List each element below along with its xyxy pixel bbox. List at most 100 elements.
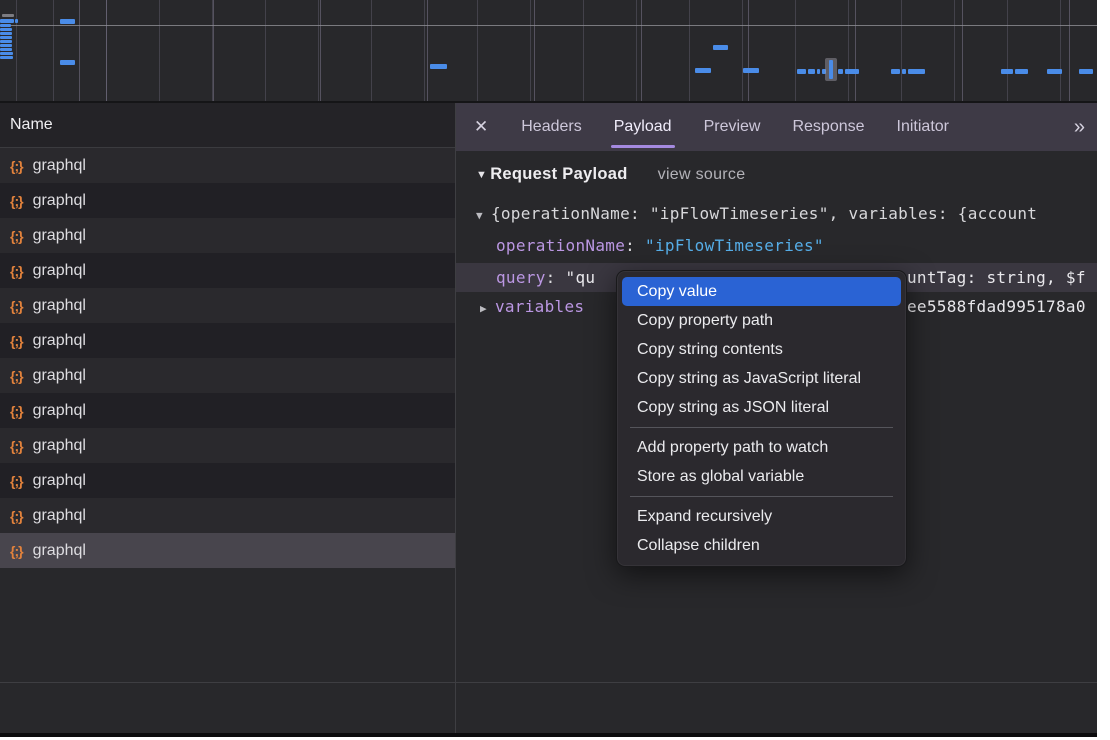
request-timing-bar xyxy=(0,36,12,39)
operation-name-row[interactable]: operationName: "ipFlowTimeseries" xyxy=(496,236,824,255)
table-row[interactable]: {;}graphql xyxy=(0,288,455,323)
request-name: graphql xyxy=(33,332,86,350)
request-timing-bar xyxy=(891,69,900,74)
table-row[interactable]: {;} graphql xyxy=(0,253,455,288)
tab-headers[interactable]: Headers xyxy=(510,103,592,151)
request-timing-bar xyxy=(713,45,728,50)
variables-row[interactable]: ▶variables xyxy=(480,297,584,316)
request-timing-bar xyxy=(0,28,12,31)
collapsed-triangle-icon[interactable]: ▶ xyxy=(480,302,487,315)
detail-tab-bar: ✕ HeadersPayloadPreviewResponseInitiator… xyxy=(456,103,1097,151)
request-name: graphql xyxy=(33,192,86,210)
request-timing-bar xyxy=(0,24,11,27)
more-tabs-icon[interactable]: » xyxy=(1074,116,1085,139)
request-timing-bar xyxy=(817,69,820,74)
table-row[interactable]: {;}graphql xyxy=(0,148,455,183)
menu-separator xyxy=(630,427,893,428)
tab-preview[interactable]: Preview xyxy=(693,103,772,151)
menu-item-add-property-path-to-watch[interactable]: Add property path to watch xyxy=(617,433,906,462)
menu-item-store-as-global-variable[interactable]: Store as global variable xyxy=(617,462,906,491)
request-timing-bar xyxy=(15,19,18,23)
request-timing-bar xyxy=(60,19,75,24)
request-timing-bar xyxy=(430,64,447,69)
context-menu: Copy valueCopy property pathCopy string … xyxy=(616,270,907,567)
tab-initiator[interactable]: Initiator xyxy=(886,103,960,151)
table-row[interactable]: {;}graphql xyxy=(0,498,455,533)
colon: : xyxy=(546,268,566,287)
request-timing-bar xyxy=(838,69,843,74)
view-source-link[interactable]: view source xyxy=(658,166,746,184)
column-header-label: Name xyxy=(10,116,53,134)
menu-item-copy-property-path[interactable]: Copy property path xyxy=(617,306,906,335)
request-timing-bar xyxy=(808,69,815,74)
request-name: graphql xyxy=(33,367,86,385)
request-timing-bar xyxy=(1079,69,1093,74)
json-request-icon: {;} xyxy=(10,543,23,559)
network-overview[interactable] xyxy=(0,0,1097,103)
table-row[interactable]: {;} graphql xyxy=(0,393,455,428)
window-bottom-edge xyxy=(0,733,1097,737)
request-timing-bar xyxy=(743,68,759,73)
request-timing-bar xyxy=(0,40,12,43)
table-row[interactable]: {;}graphql xyxy=(0,358,455,393)
screenshot-stage: Name {;} graphql {;} graphql {;} graphql {;} gr… xyxy=(0,0,1110,740)
property-key: query xyxy=(496,268,546,287)
request-timing-bar xyxy=(695,68,711,73)
colon: : xyxy=(625,236,645,255)
request-name: graphql xyxy=(33,262,86,280)
request-name: graphql xyxy=(33,402,86,420)
request-timing-bar xyxy=(0,48,12,51)
devtools-window: Name {;} graphql {;} graphql {;} graphql {;} gr… xyxy=(0,0,1097,733)
request-timing-bar xyxy=(0,32,12,35)
json-request-icon: {;} xyxy=(10,228,23,244)
request-timing-bar xyxy=(0,44,12,47)
request-timing-bar xyxy=(0,52,13,55)
request-name: graphql xyxy=(33,157,86,175)
table-row[interactable]: {;} graphql xyxy=(0,218,455,253)
table-row[interactable]: {;}graphql xyxy=(0,323,455,358)
request-timing-bar xyxy=(845,69,859,74)
request-timing-bar xyxy=(797,69,806,74)
tab-payload[interactable]: Payload xyxy=(603,103,683,151)
menu-item-collapse-children[interactable]: Collapse children xyxy=(617,531,906,560)
json-request-icon: {;} xyxy=(10,403,23,419)
table-row[interactable]: {;}graphql xyxy=(0,428,455,463)
json-request-icon: {;} xyxy=(10,193,23,209)
request-timing-bar xyxy=(0,19,14,23)
menu-item-copy-string-as-json-literal[interactable]: Copy string as JSON literal xyxy=(617,393,906,422)
request-timing-bar xyxy=(1015,69,1028,74)
table-row[interactable]: {;}graphql xyxy=(0,533,455,568)
table-row[interactable]: {;} graphql xyxy=(0,463,455,498)
section-title: Request Payload xyxy=(490,165,627,184)
selected-request-tick xyxy=(829,60,833,79)
selected-request-marker xyxy=(825,58,837,81)
request-timing-bar xyxy=(902,69,906,74)
payload-root-row[interactable]: ▼{operationName: "ipFlowTimeseries", var… xyxy=(476,204,1037,223)
menu-item-expand-recursively[interactable]: Expand recursively xyxy=(617,502,906,531)
request-name: graphql xyxy=(33,507,86,525)
menu-separator xyxy=(630,496,893,497)
json-request-icon: {;} xyxy=(10,473,23,489)
variables-value-right-fragment: ee5588fdad995178a0 xyxy=(907,297,1086,316)
query-value-left-fragment: "qu xyxy=(566,268,596,287)
menu-item-copy-string-contents[interactable]: Copy string contents xyxy=(617,335,906,364)
request-timing-bar xyxy=(2,14,14,17)
property-value: "ipFlowTimeseries" xyxy=(645,236,824,255)
menu-item-copy-string-as-javascript-literal[interactable]: Copy string as JavaScript literal xyxy=(617,364,906,393)
property-key: operationName xyxy=(496,236,625,255)
panel-resize-divider[interactable] xyxy=(455,103,456,733)
close-icon[interactable]: ✕ xyxy=(474,117,488,137)
request-timing-bar xyxy=(908,69,925,74)
json-request-icon: {;} xyxy=(10,298,23,314)
expanded-triangle-icon[interactable]: ▼ xyxy=(476,209,483,222)
request-name: graphql xyxy=(33,227,86,245)
request-name: graphql xyxy=(33,472,86,490)
section-expand-triangle-icon[interactable]: ▼ xyxy=(476,169,487,181)
network-request-list: Name {;} graphql {;} graphql {;} graphql {;} gr… xyxy=(0,103,455,733)
active-tab-underline xyxy=(611,145,675,148)
tab-response[interactable]: Response xyxy=(781,103,875,151)
json-request-icon: {;} xyxy=(10,263,23,279)
table-row[interactable]: {;} graphql xyxy=(0,183,455,218)
column-header-name[interactable]: Name xyxy=(0,103,455,148)
menu-item-copy-value[interactable]: Copy value xyxy=(622,277,901,306)
